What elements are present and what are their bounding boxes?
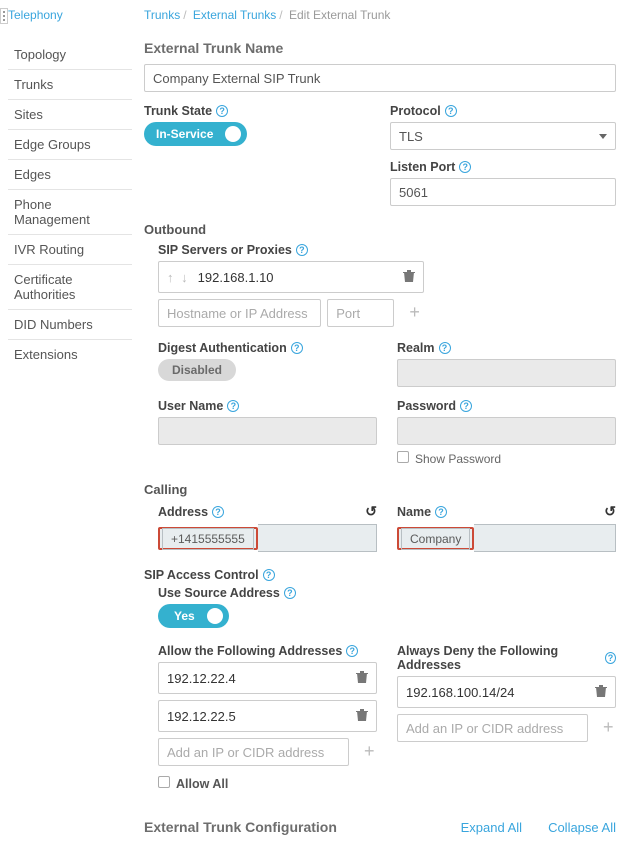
help-icon[interactable]: ? xyxy=(460,400,472,412)
toggle-knob xyxy=(225,126,241,142)
crumb-current: Edit External Trunk xyxy=(289,8,390,22)
label-realm: Realm xyxy=(397,341,435,355)
address-value: +1415555555 xyxy=(162,528,254,550)
help-icon[interactable]: ? xyxy=(605,652,616,664)
deny-add-input[interactable] xyxy=(397,714,588,742)
reorder-icon[interactable]: ↑ ↓ xyxy=(167,270,190,285)
sip-port-input[interactable] xyxy=(327,299,393,327)
sip-host-input[interactable] xyxy=(158,299,321,327)
help-icon[interactable]: ? xyxy=(284,587,296,599)
section-calling: Calling xyxy=(144,482,616,497)
show-password-checkbox[interactable] xyxy=(397,451,409,463)
sidebar-item-trunks[interactable]: Trunks xyxy=(8,70,132,100)
sip-server-row: ↑ ↓ 192.168.1.10 xyxy=(158,261,424,293)
calling-name-value: Company xyxy=(401,528,470,550)
toggle-knob xyxy=(207,608,223,624)
add-icon[interactable]: + xyxy=(600,719,616,737)
protocol-select[interactable]: TLS xyxy=(390,122,616,150)
label-sip-servers: SIP Servers or Proxies xyxy=(158,243,292,257)
collapse-all-link[interactable]: Collapse All xyxy=(548,820,616,835)
label-listen-port: Listen Port xyxy=(390,160,455,174)
label-trunk-state: Trunk State xyxy=(144,104,212,118)
help-icon[interactable]: ? xyxy=(263,569,275,581)
allow-value-1: 192.12.22.5 xyxy=(167,709,348,724)
realm-input[interactable] xyxy=(397,359,616,387)
address-field[interactable]: +1415555555 xyxy=(158,524,377,552)
allow-row: 192.12.22.4 xyxy=(158,662,377,694)
calling-name-field[interactable]: Company xyxy=(397,524,616,552)
trunk-name-input[interactable] xyxy=(144,64,616,92)
chevron-down-icon xyxy=(599,134,607,139)
help-icon[interactable]: ? xyxy=(346,645,358,657)
label-show-password: Show Password xyxy=(415,452,501,466)
allow-all-checkbox[interactable] xyxy=(158,776,170,788)
deny-value-0: 192.168.100.14/24 xyxy=(406,685,587,700)
delete-icon[interactable] xyxy=(356,670,368,687)
label-address: Address xyxy=(158,505,208,519)
allow-add-input[interactable] xyxy=(158,738,349,766)
label-use-source: Use Source Address xyxy=(158,586,280,600)
password-input[interactable] xyxy=(397,417,616,445)
help-icon[interactable]: ? xyxy=(212,506,224,518)
label-protocol: Protocol xyxy=(390,104,441,118)
revert-icon[interactable]: ↺ xyxy=(365,503,377,520)
expand-all-link[interactable]: Expand All xyxy=(461,820,522,835)
allow-value-0: 192.12.22.4 xyxy=(167,671,348,686)
delete-icon[interactable] xyxy=(403,269,415,286)
protocol-value: TLS xyxy=(399,129,423,144)
section-config: External Trunk Configuration xyxy=(144,819,337,835)
sidebar-item-topology[interactable]: Topology xyxy=(8,40,132,70)
crumb-telephony[interactable]: Telephony xyxy=(8,8,63,22)
help-icon[interactable]: ? xyxy=(291,342,303,354)
label-password: Password xyxy=(397,399,456,413)
deny-row: 192.168.100.14/24 xyxy=(397,676,616,708)
add-icon[interactable]: + xyxy=(361,743,377,761)
digest-pill[interactable]: Disabled xyxy=(158,359,236,381)
label-allow-all: Allow All xyxy=(176,777,228,791)
sidebar-item-ca[interactable]: Certificate Authorities xyxy=(8,265,132,310)
menu-icon[interactable] xyxy=(0,8,8,24)
help-icon[interactable]: ? xyxy=(227,400,239,412)
add-icon[interactable]: + xyxy=(406,304,424,322)
label-username: User Name xyxy=(158,399,223,413)
label-digest: Digest Authentication xyxy=(158,341,287,355)
sidebar-list: Topology Trunks Sites Edge Groups Edges … xyxy=(8,40,132,369)
trunk-state-toggle[interactable]: In-Service xyxy=(144,122,247,146)
delete-icon[interactable] xyxy=(595,684,607,701)
crumb-trunks[interactable]: Trunks xyxy=(144,8,180,22)
sidebar-item-edge-groups[interactable]: Edge Groups xyxy=(8,130,132,160)
section-name: External Trunk Name xyxy=(144,40,616,56)
help-icon[interactable]: ? xyxy=(459,161,471,173)
sidebar-item-edges[interactable]: Edges xyxy=(8,160,132,190)
revert-icon[interactable]: ↺ xyxy=(604,503,616,520)
help-icon[interactable]: ? xyxy=(445,105,457,117)
help-icon[interactable]: ? xyxy=(216,105,228,117)
breadcrumb-right: Trunks/ External Trunks/ Edit External T… xyxy=(144,8,616,22)
section-outbound: Outbound xyxy=(144,222,616,237)
use-source-value: Yes xyxy=(174,609,195,623)
sidebar-item-phone-mgmt[interactable]: Phone Management xyxy=(8,190,132,235)
delete-icon[interactable] xyxy=(356,708,368,725)
help-icon[interactable]: ? xyxy=(435,506,447,518)
sidebar-item-did[interactable]: DID Numbers xyxy=(8,310,132,340)
label-calling-name: Name xyxy=(397,505,431,519)
trunk-state-value: In-Service xyxy=(156,127,213,141)
sidebar-item-extensions[interactable]: Extensions xyxy=(8,340,132,369)
allow-row: 192.12.22.5 xyxy=(158,700,377,732)
help-icon[interactable]: ? xyxy=(439,342,451,354)
label-sip-access: SIP Access Control xyxy=(144,568,259,582)
label-allow: Allow the Following Addresses xyxy=(158,644,342,658)
listen-port-input[interactable] xyxy=(390,178,616,206)
sip-server-value: 192.168.1.10 xyxy=(198,270,395,285)
crumb-external[interactable]: External Trunks xyxy=(193,8,276,22)
sidebar-item-sites[interactable]: Sites xyxy=(8,100,132,130)
help-icon[interactable]: ? xyxy=(296,244,308,256)
sidebar-item-ivr[interactable]: IVR Routing xyxy=(8,235,132,265)
sidebar: Telephony Topology Trunks Sites Edge Gro… xyxy=(8,0,132,855)
use-source-toggle[interactable]: Yes xyxy=(158,604,229,628)
label-deny: Always Deny the Following Addresses xyxy=(397,644,601,672)
breadcrumb: Telephony xyxy=(8,8,132,22)
username-input[interactable] xyxy=(158,417,377,445)
